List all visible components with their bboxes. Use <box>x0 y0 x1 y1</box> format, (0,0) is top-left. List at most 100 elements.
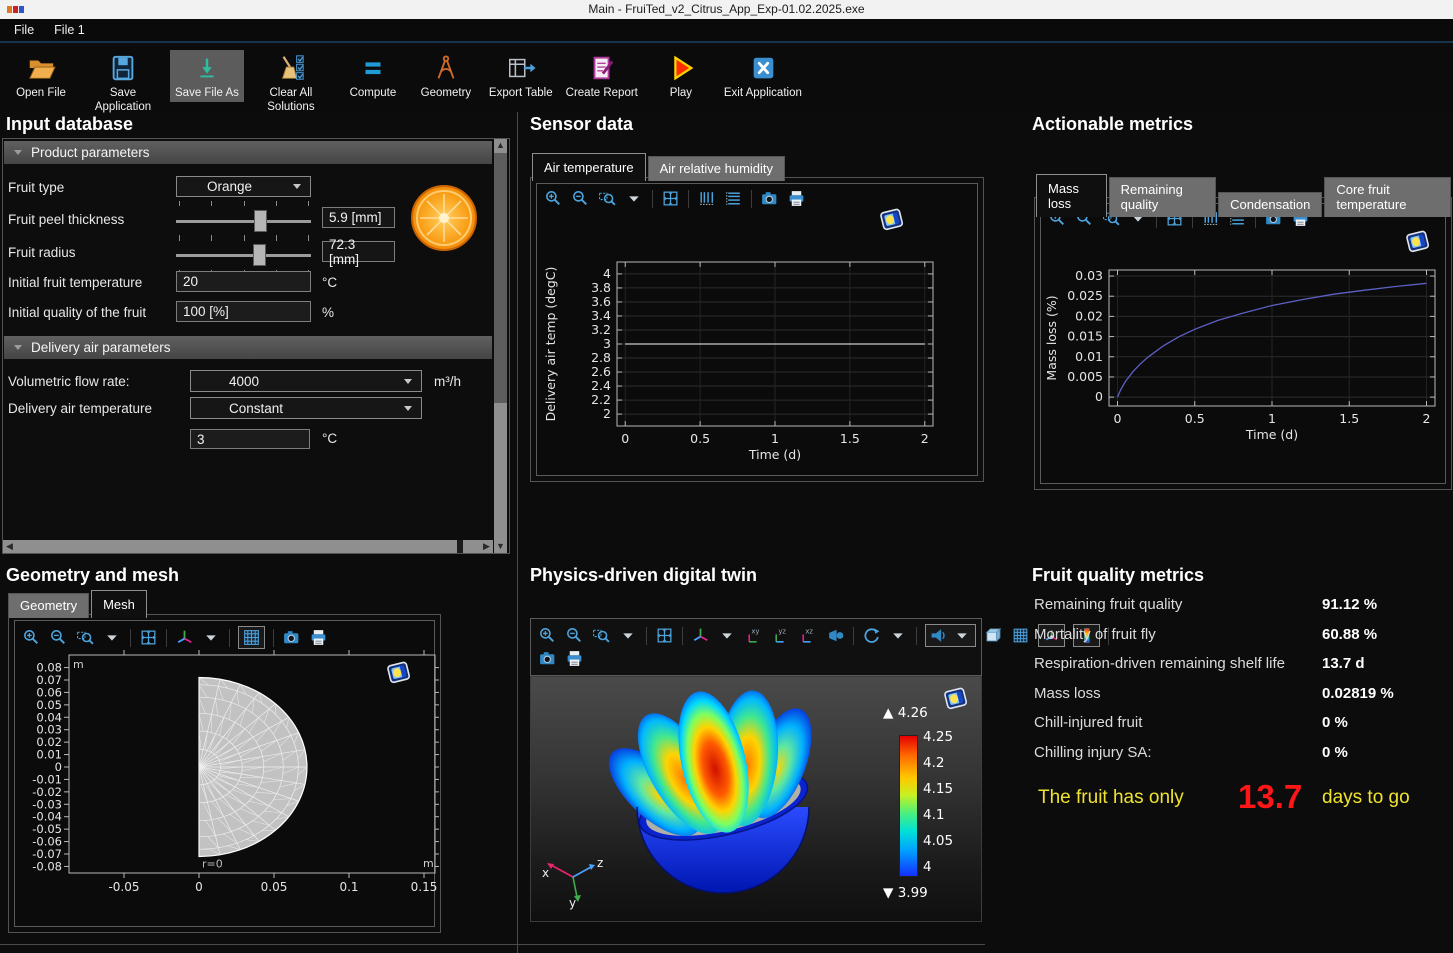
save-file-as-button[interactable]: Save File As <box>170 50 244 102</box>
grid-toggle-icon[interactable] <box>242 628 261 647</box>
svg-text:1.5: 1.5 <box>840 431 860 446</box>
perspective-icon[interactable] <box>826 626 845 645</box>
zoom-box-icon[interactable] <box>598 189 617 208</box>
axis-triad-icon[interactable] <box>691 626 710 645</box>
quality-row-value: 0 % <box>1322 714 1348 731</box>
save-file-as-icon <box>192 53 222 83</box>
exit-application-button[interactable]: Exit Application <box>719 50 807 102</box>
geometry-button[interactable]: Geometry <box>411 50 481 102</box>
metrics-tab-condensation[interactable]: Condensation <box>1218 192 1322 217</box>
fruit-type-select[interactable]: Orange <box>176 176 311 197</box>
product-parameters-header[interactable]: Product parameters <box>4 141 492 164</box>
svg-text:3.4: 3.4 <box>591 308 611 323</box>
fit-view-icon[interactable] <box>661 189 680 208</box>
initial-fruit-temperature-input[interactable] <box>176 271 311 292</box>
fruit-radius-value[interactable]: 72.3 [mm] <box>322 241 395 262</box>
zoom-in-icon[interactable] <box>538 626 557 645</box>
toolbar-group[interactable] <box>925 624 976 647</box>
sensor-tab-air-relative-humidity[interactable]: Air relative humidity <box>648 156 785 181</box>
fit-view-icon[interactable] <box>139 628 158 647</box>
fruit-radius-slider[interactable] <box>176 234 311 276</box>
grid-y-icon[interactable] <box>724 189 743 208</box>
svg-text:xy: xy <box>751 627 759 635</box>
twin-toolbar-box: xy yzxz <box>530 618 982 676</box>
delivery-air-temperature-select[interactable]: Constant <box>190 397 422 419</box>
camera-icon[interactable] <box>538 649 557 668</box>
metrics-tab-mass-loss[interactable]: Mass loss <box>1036 174 1107 217</box>
delivery-air-parameters-header[interactable]: Delivery air parameters <box>4 336 492 359</box>
slider-handle[interactable] <box>254 210 267 232</box>
zoom-box-icon[interactable] <box>76 628 95 647</box>
scroll-left-arrow[interactable]: ◀ <box>3 540 16 553</box>
svg-text:-0.08: -0.08 <box>32 859 62 873</box>
scroll-up-arrow[interactable]: ▲ <box>494 139 507 152</box>
grid-x-icon[interactable] <box>697 189 716 208</box>
printer-icon[interactable] <box>309 628 328 647</box>
menu-item-file[interactable]: File <box>4 21 44 39</box>
open-file-button[interactable]: Open File <box>6 50 76 102</box>
clear-all-solutions-button[interactable]: Clear All Solutions <box>247 50 335 117</box>
colorbar-gradient <box>899 735 918 877</box>
svg-text:1.5: 1.5 <box>1339 411 1359 426</box>
printer-icon[interactable] <box>787 189 806 208</box>
scroll-right-arrow[interactable]: ▶ <box>480 540 493 553</box>
grid-toggle-toggle-button[interactable] <box>238 626 265 649</box>
chevron-down-icon <box>404 379 412 384</box>
zoom-out-icon[interactable] <box>565 626 584 645</box>
geometry-tab-geometry[interactable]: Geometry <box>8 593 89 618</box>
fruit-peel-thickness-value[interactable]: 5.9 [mm] <box>322 207 395 228</box>
play-button[interactable]: Play <box>646 50 716 102</box>
menu-item-file-1[interactable]: File 1 <box>44 21 95 39</box>
mesh-view-chart[interactable]: 0.080.070.060.050.040.030.020.010-0.01-0… <box>15 649 439 925</box>
zoom-out-icon[interactable] <box>571 189 590 208</box>
view-yz-icon[interactable]: yz <box>772 626 791 645</box>
svg-text:y: y <box>569 896 576 910</box>
create-report-button[interactable]: Create Report <box>561 50 643 102</box>
input-panel-vertical-scrollbar[interactable]: ▲ ▼ <box>494 139 507 553</box>
speaker-icon[interactable] <box>929 626 948 645</box>
air-temperature-setpoint-input[interactable] <box>190 429 310 449</box>
air-temperature-chart[interactable]: 00.511.5222.22.42.62.833.23.43.63.84Time… <box>539 218 975 470</box>
scroll-down-arrow[interactable]: ▼ <box>494 540 507 553</box>
svg-text:0.01: 0.01 <box>1075 349 1103 364</box>
zoom-box-icon[interactable] <box>592 626 611 645</box>
view-xz-icon[interactable]: xz <box>799 626 818 645</box>
axis-triad-icon[interactable] <box>175 628 194 647</box>
delivery-air-temperature-value: Constant <box>191 401 404 416</box>
input-panel-horizontal-scrollbar[interactable]: ◀ ▶ <box>3 540 493 553</box>
geometry-tab-mesh[interactable]: Mesh <box>91 590 147 618</box>
sensor-tab-air-temperature[interactable]: Air temperature <box>532 153 646 181</box>
digital-twin-viewport[interactable]: ▲ 4.26 ▼ 3.99 x y z 4.254.24.154.14.054 <box>530 676 982 922</box>
zoom-out-icon[interactable] <box>49 628 68 647</box>
metrics-tab-remaining-quality[interactable]: Remaining quality <box>1109 177 1216 217</box>
save-application-button[interactable]: Save Application <box>79 50 167 117</box>
svg-text:2: 2 <box>603 406 611 421</box>
toolbar-button-label: Exit Application <box>724 86 802 100</box>
svg-text:r=0: r=0 <box>202 857 223 870</box>
fit-view-icon[interactable] <box>655 626 674 645</box>
mass-loss-chart[interactable]: 00.511.5200.0050.010.0150.020.0250.03Tim… <box>1043 240 1445 452</box>
actionable-metrics-title: Actionable metrics <box>1032 114 1193 135</box>
twin-plot-toolbar-row1: xy yzxz <box>531 619 981 649</box>
scrollbar-thumb[interactable] <box>494 153 507 403</box>
zoom-in-icon[interactable] <box>544 189 563 208</box>
export-table-button[interactable]: Export Table <box>484 50 558 102</box>
rotate-icon[interactable] <box>862 626 881 645</box>
metrics-tab-core-fruit-temperature[interactable]: Core fruit temperature <box>1324 177 1451 217</box>
svg-text:0: 0 <box>195 880 203 894</box>
scene-cube-icon[interactable] <box>984 626 1003 645</box>
printer-icon[interactable] <box>565 649 584 668</box>
slider-handle[interactable] <box>253 244 266 266</box>
initial-quality-input[interactable] <box>176 301 311 322</box>
zoom-in-icon[interactable] <box>22 628 41 647</box>
fruit-radius-label: Fruit radius <box>8 245 76 260</box>
camera-icon[interactable] <box>760 189 779 208</box>
svg-text:0.5: 0.5 <box>690 431 710 446</box>
view-xy-icon[interactable]: xy <box>745 626 764 645</box>
mesh-grid-icon[interactable] <box>1011 626 1030 645</box>
camera-icon[interactable] <box>282 628 301 647</box>
scrollbar-thumb[interactable] <box>17 540 463 553</box>
compute-button[interactable]: Compute <box>338 50 408 102</box>
volumetric-flow-rate-select[interactable]: 4000 <box>190 370 422 392</box>
initial-fruit-temperature-label: Initial fruit temperature <box>8 275 142 290</box>
